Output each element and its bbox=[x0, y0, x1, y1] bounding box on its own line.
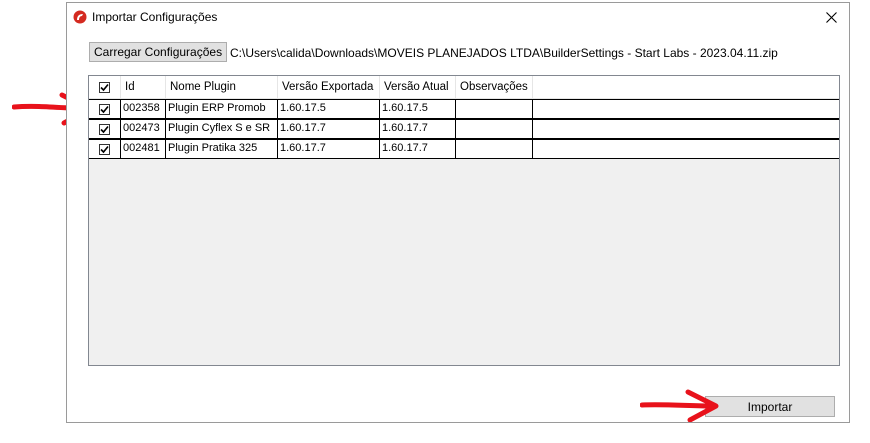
table-row[interactable]: 002473 Plugin Cyflex S e SR 1.60.17.7 1.… bbox=[89, 119, 839, 139]
cell-id: 002481 bbox=[121, 140, 166, 158]
cell-plugin-name: Plugin Cyflex S e SR bbox=[166, 120, 278, 138]
checkmark-icon bbox=[100, 145, 109, 153]
column-header-filler bbox=[533, 76, 839, 98]
plugins-grid: Id Nome Plugin Versão Exportada Versão A… bbox=[88, 75, 840, 366]
cell-notes bbox=[456, 140, 533, 158]
close-icon bbox=[825, 11, 837, 23]
cell-current-version: 1.60.17.5 bbox=[380, 100, 456, 118]
cell-notes bbox=[456, 100, 533, 118]
close-button[interactable] bbox=[813, 3, 849, 31]
load-settings-button[interactable]: Carregar Configurações bbox=[89, 42, 228, 62]
cell-exported-version: 1.60.17.7 bbox=[278, 120, 380, 138]
column-header-exported-version[interactable]: Versão Exportada bbox=[278, 76, 380, 98]
title-bar: Importar Configurações bbox=[67, 3, 849, 31]
row-checkbox[interactable] bbox=[99, 103, 110, 115]
column-header-name[interactable]: Nome Plugin bbox=[166, 76, 278, 98]
red-arrow-icon bbox=[640, 389, 719, 422]
cell-plugin-name: Plugin ERP Promob bbox=[166, 100, 278, 118]
cell-current-version: 1.60.17.7 bbox=[380, 140, 456, 158]
cell-exported-version: 1.60.17.7 bbox=[278, 140, 380, 158]
row-checkbox-cell bbox=[89, 100, 121, 118]
window-title: Importar Configurações bbox=[92, 10, 218, 24]
cell-filler bbox=[533, 140, 839, 158]
table-row[interactable]: 002358 Plugin ERP Promob 1.60.17.5 1.60.… bbox=[89, 99, 839, 119]
column-header-current-version[interactable]: Versão Atual bbox=[380, 76, 456, 98]
checkmark-icon bbox=[100, 83, 109, 91]
cell-plugin-name: Plugin Pratika 325 bbox=[166, 140, 278, 158]
header-checkbox-cell bbox=[89, 76, 121, 98]
cell-notes bbox=[456, 120, 533, 138]
checkmark-icon bbox=[100, 105, 109, 113]
red-app-logo-icon bbox=[73, 10, 87, 24]
cell-filler bbox=[533, 120, 839, 138]
column-header-notes[interactable]: Observações bbox=[456, 76, 533, 98]
import-settings-dialog: Importar Configurações Carregar Configur… bbox=[66, 2, 850, 423]
row-checkbox-cell bbox=[89, 120, 121, 138]
table-row[interactable]: 002481 Plugin Pratika 325 1.60.17.7 1.60… bbox=[89, 139, 839, 159]
cell-exported-version: 1.60.17.5 bbox=[278, 100, 380, 118]
checkmark-icon bbox=[100, 125, 109, 133]
grid-header-row: Id Nome Plugin Versão Exportada Versão A… bbox=[89, 76, 839, 99]
row-checkbox-cell bbox=[89, 140, 121, 158]
cell-current-version: 1.60.17.7 bbox=[380, 120, 456, 138]
cell-id: 002358 bbox=[121, 100, 166, 118]
column-header-id[interactable]: Id bbox=[121, 76, 166, 98]
row-checkbox[interactable] bbox=[99, 143, 110, 155]
row-checkbox[interactable] bbox=[99, 123, 110, 135]
file-path-label: C:\Users\calida\Downloads\MOVEIS PLANEJA… bbox=[230, 46, 778, 60]
cell-id: 002473 bbox=[121, 120, 166, 138]
import-button[interactable]: Importar bbox=[705, 396, 835, 417]
cell-filler bbox=[533, 100, 839, 118]
select-all-checkbox[interactable] bbox=[99, 81, 110, 93]
